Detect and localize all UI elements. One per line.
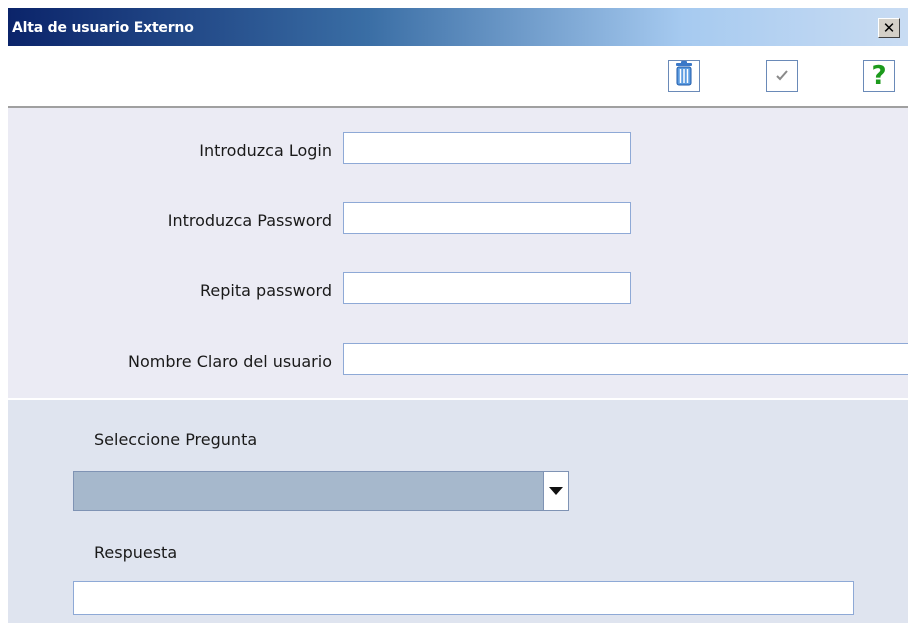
user-form: Introduzca Login Introduzca Password Rep…: [8, 108, 908, 398]
accept-button[interactable]: [766, 60, 798, 92]
chevron-down-icon: [549, 487, 563, 495]
close-icon: ✕: [882, 19, 896, 37]
delete-button[interactable]: [668, 60, 700, 92]
login-input[interactable]: [343, 132, 631, 164]
window-title: Alta de usuario Externo: [12, 20, 194, 36]
help-button[interactable]: ?: [863, 60, 895, 92]
fullname-input[interactable]: [343, 343, 908, 375]
check-icon: [774, 67, 790, 86]
login-label: Introduzca Login: [199, 141, 332, 160]
password-input[interactable]: [343, 202, 631, 234]
repeat-password-input[interactable]: [343, 272, 631, 304]
dialog-window: Alta de usuario Externo ✕ ? Introduzca L…: [8, 8, 908, 623]
toolbar: ?: [8, 46, 908, 108]
password-label: Introduzca Password: [167, 211, 332, 230]
close-button[interactable]: ✕: [878, 18, 900, 38]
title-bar[interactable]: Alta de usuario Externo ✕: [8, 8, 908, 46]
dropdown-arrow-button[interactable]: [543, 472, 568, 510]
question-select-label: Seleccione Pregunta: [94, 430, 258, 449]
answer-label: Respuesta: [94, 543, 178, 562]
security-question-panel: Seleccione Pregunta Respuesta: [8, 400, 908, 623]
repeat-password-label: Repita password: [200, 281, 332, 300]
fullname-label: Nombre Claro del usuario: [128, 352, 332, 371]
question-select[interactable]: [73, 471, 569, 511]
trash-icon: [673, 61, 695, 91]
question-icon: ?: [871, 61, 887, 91]
answer-input[interactable]: [73, 581, 854, 615]
